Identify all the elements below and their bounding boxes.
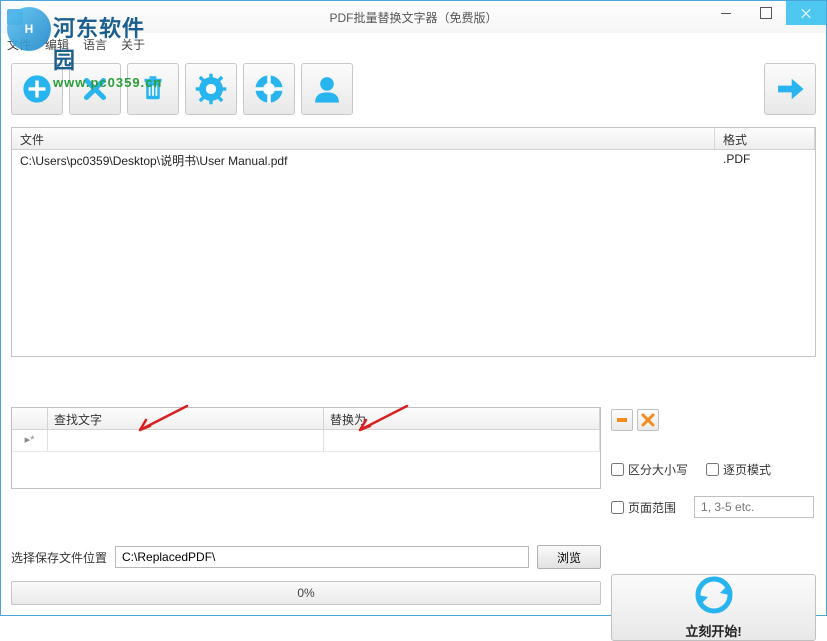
file-path-cell: C:\Users\pc0359\Desktop\说明书\User Manual.… <box>12 150 715 170</box>
help-button[interactable] <box>243 63 295 115</box>
remove-rule-button[interactable] <box>611 409 633 431</box>
page-by-page-check[interactable]: 逐页模式 <box>706 461 771 478</box>
trash-icon <box>136 72 170 106</box>
file-format-cell: .PDF <box>715 150 815 170</box>
row-selector-header <box>12 408 48 429</box>
menu-about[interactable]: 关于 <box>121 36 145 53</box>
maximize-button[interactable] <box>746 1 786 25</box>
title-bar: PDF批量替换文字器（免费版） <box>1 1 826 33</box>
start-button[interactable]: 立刻开始! <box>611 574 816 641</box>
start-button-label: 立刻开始! <box>685 621 741 640</box>
browse-button[interactable]: 浏览 <box>537 545 601 569</box>
replace-input[interactable] <box>324 430 599 451</box>
progress-bar: 0% <box>11 581 601 605</box>
menu-edit[interactable]: 编辑 <box>45 36 69 53</box>
progress-text: 0% <box>297 586 314 600</box>
page-range-input[interactable] <box>694 496 814 518</box>
clear-button[interactable] <box>127 63 179 115</box>
search-replace-grid: 查找文字 替换为 ▸* <box>11 407 601 489</box>
page-range-checkbox[interactable] <box>611 501 624 514</box>
col-format[interactable]: 格式 <box>715 128 815 149</box>
toolbar <box>1 55 826 123</box>
page-range-check[interactable]: 页面范围 <box>611 499 676 516</box>
case-sensitive-checkbox[interactable] <box>611 463 624 476</box>
minimize-button[interactable] <box>706 1 746 25</box>
app-icon <box>7 9 23 25</box>
col-file[interactable]: 文件 <box>12 128 715 149</box>
find-input[interactable] <box>48 430 323 451</box>
page-by-page-checkbox[interactable] <box>706 463 719 476</box>
lifebuoy-icon <box>252 72 286 106</box>
file-list: 文件 格式 C:\Users\pc0359\Desktop\说明书\User M… <box>11 127 816 357</box>
window-title: PDF批量替换文字器（免费版） <box>329 9 497 26</box>
x-orange-icon <box>641 413 655 427</box>
close-button[interactable] <box>786 1 826 25</box>
save-location-label: 选择保存文件位置 <box>11 549 107 566</box>
add-button[interactable] <box>11 63 63 115</box>
row-marker[interactable]: ▸* <box>12 430 48 451</box>
col-find[interactable]: 查找文字 <box>48 408 324 429</box>
clear-rules-button[interactable] <box>637 409 659 431</box>
file-list-header: 文件 格式 <box>12 128 815 150</box>
menu-bar: 文件 编辑 语言 关于 <box>1 33 826 55</box>
refresh-circle-icon <box>694 575 734 615</box>
case-sensitive-check[interactable]: 区分大小写 <box>611 461 688 478</box>
user-icon <box>310 72 344 106</box>
user-button[interactable] <box>301 63 353 115</box>
file-row[interactable]: C:\Users\pc0359\Desktop\说明书\User Manual.… <box>12 150 815 170</box>
search-replace-row: ▸* <box>12 430 600 452</box>
delete-button[interactable] <box>69 63 121 115</box>
menu-language[interactable]: 语言 <box>83 36 107 53</box>
save-location-row: 选择保存文件位置 浏览 <box>11 545 601 569</box>
x-icon <box>78 72 112 106</box>
settings-button[interactable] <box>185 63 237 115</box>
menu-file[interactable]: 文件 <box>7 36 31 53</box>
gear-icon <box>194 72 228 106</box>
plus-circle-icon <box>20 72 54 106</box>
minus-icon <box>615 413 629 427</box>
col-replace[interactable]: 替换为 <box>324 408 600 429</box>
start-arrow-button[interactable] <box>764 63 816 115</box>
arrow-right-icon <box>773 72 807 106</box>
save-path-input[interactable] <box>115 546 529 568</box>
